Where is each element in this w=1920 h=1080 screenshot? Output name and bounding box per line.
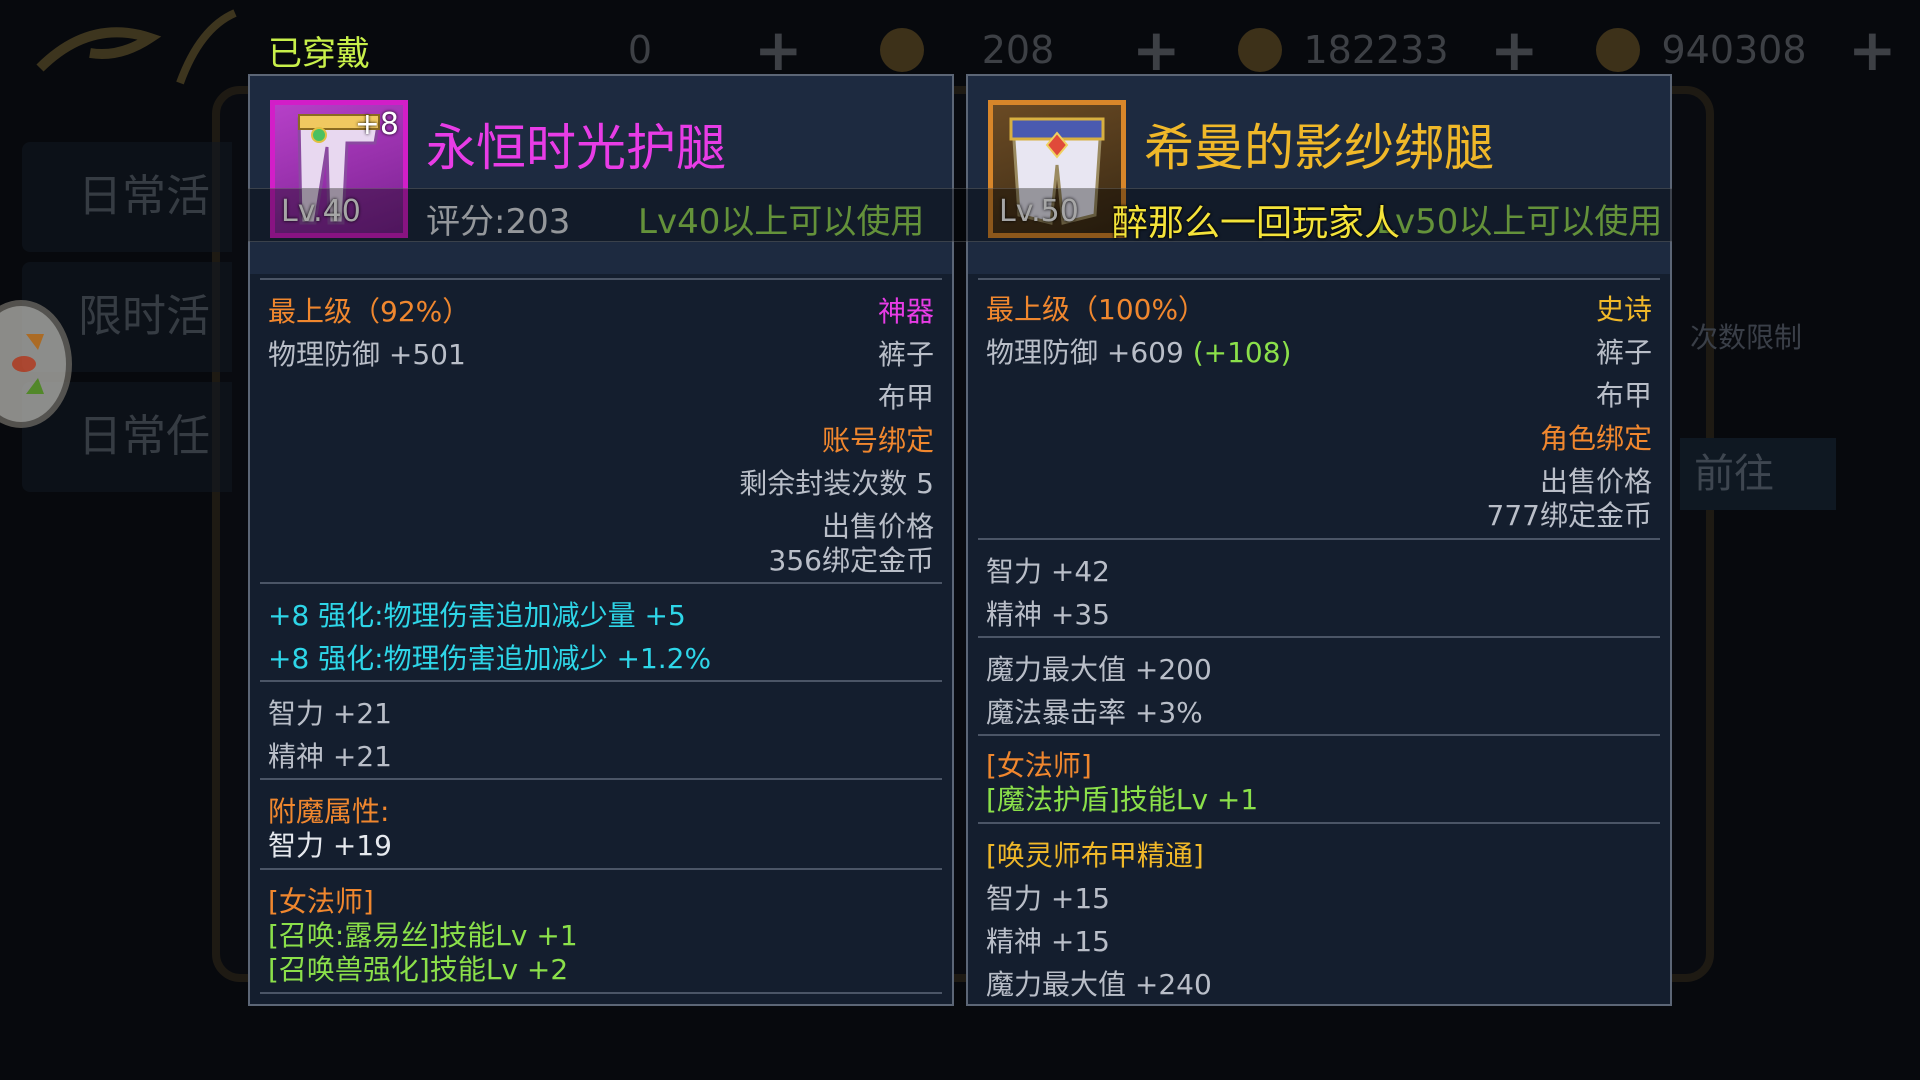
class-skill: [召唤兽强化]技能Lv +2: [268, 953, 569, 986]
bound-gold-icon: [1238, 28, 1282, 72]
currency-bound-gold: 182233 +: [1238, 21, 1539, 79]
add-currency-button[interactable]: +: [754, 21, 803, 79]
currency-value: 0: [627, 28, 653, 72]
enchant-value: 智力 +19: [268, 829, 392, 862]
binding-type: 角色绑定: [1539, 422, 1652, 455]
bg-go-button[interactable]: 前往: [1680, 438, 1836, 510]
set-stat-line: 魔力最大值 +240: [986, 968, 1212, 1001]
stat-line: 智力 +21: [268, 697, 392, 730]
chat-banner: [248, 188, 1672, 242]
sell-price: 356绑定金币: [768, 544, 934, 577]
item-slot: 裤子: [1595, 336, 1652, 369]
add-currency-button[interactable]: +: [1848, 21, 1897, 79]
divider: [978, 636, 1660, 638]
enhance-level: +8: [354, 107, 399, 142]
currency-value: 940308: [1661, 28, 1807, 72]
armor-type: 布甲: [1595, 379, 1652, 412]
divider: [978, 538, 1660, 540]
item-rarity: 神器: [877, 295, 934, 328]
armor-type: 布甲: [877, 381, 934, 414]
physical-defense: 物理防御 +501: [268, 338, 466, 371]
physical-defense-line: 物理防御 +609 (+108): [986, 331, 1291, 371]
set-label: [唤灵师布甲精通]: [986, 839, 1204, 872]
divider: [260, 582, 942, 584]
sell-price: 777绑定金币: [1486, 499, 1652, 532]
enhance-bonus: +8 强化:物理伤害追加减少 +1.2%: [268, 642, 712, 675]
item-name: 永恒时光护腿: [426, 119, 726, 177]
bg-tab-daily-activity[interactable]: 日常活: [22, 142, 232, 252]
gold-coin-icon: [1596, 28, 1640, 72]
enhance-bonus: +8 强化:物理伤害追加减少量 +5: [268, 599, 686, 632]
item-slot: 裤子: [877, 338, 934, 371]
stat-line: 智力 +42: [986, 555, 1110, 588]
currency-ticket: 0 +: [560, 21, 803, 79]
divider: [260, 680, 942, 682]
item-name: 希曼的影纱绑腿: [1144, 119, 1494, 177]
physical-defense-diff: (+108): [1192, 336, 1292, 369]
add-currency-button[interactable]: +: [1132, 21, 1181, 79]
currency-value: 208: [981, 28, 1055, 72]
side-menu-icon[interactable]: [0, 300, 72, 428]
divider: [260, 992, 942, 994]
bg-limit-hint: 次数限制: [1690, 321, 1803, 354]
stat-line: 魔法暴击率 +3%: [986, 696, 1203, 729]
set-stat-line: 智力 +15: [986, 882, 1110, 915]
item-grade: 最上级（100%）: [986, 293, 1207, 326]
currency-value: 182233: [1303, 28, 1449, 72]
set-stat-line: 精神 +15: [986, 925, 1110, 958]
stat-line: 精神 +21: [268, 740, 392, 773]
item-grade: 最上级（92%）: [268, 295, 471, 328]
binding-type: 账号绑定: [821, 424, 934, 457]
currency-gold: 940308 +: [1596, 21, 1897, 79]
divider: [260, 868, 942, 870]
divider: [978, 278, 1660, 280]
chat-message: 醉那么一回玩家人: [1112, 203, 1401, 244]
divider: [978, 734, 1660, 736]
equipped-label: 已穿戴: [268, 34, 370, 74]
stat-line: 精神 +35: [986, 598, 1110, 631]
scroll-icon: [880, 28, 924, 72]
divider: [978, 822, 1660, 824]
item-rarity: 史诗: [1595, 293, 1652, 326]
stat-line: 魔力最大值 +200: [986, 653, 1212, 686]
divider: [260, 278, 942, 280]
seal-count: 剩余封装次数 5: [739, 467, 934, 500]
divider: [260, 778, 942, 780]
game-logo-icon: [36, 9, 237, 85]
class-skill: [魔法护盾]技能Lv +1: [986, 783, 1259, 816]
physical-defense: 物理防御 +609: [986, 336, 1184, 369]
currency-scroll: 208 +: [880, 21, 1181, 79]
add-currency-button[interactable]: +: [1490, 21, 1539, 79]
